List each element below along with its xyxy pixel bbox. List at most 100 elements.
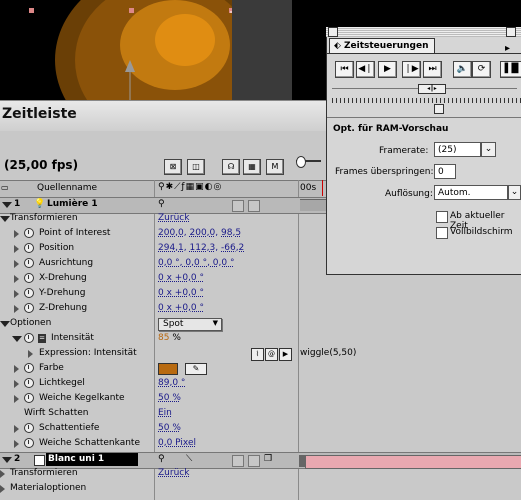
- property-value[interactable]: 294,1, 112,3, -66,2: [158, 243, 244, 253]
- layer-2-in-point[interactable]: [299, 455, 305, 467]
- property-group-transform-2[interactable]: Transformieren Zurück: [0, 467, 521, 482]
- layer-switch-box[interactable]: [232, 200, 244, 212]
- expand-icon[interactable]: [12, 336, 22, 342]
- expand-icon[interactable]: [0, 216, 10, 222]
- color-swatch[interactable]: [158, 363, 178, 375]
- light-type-dropdown[interactable]: Spot ▼: [158, 318, 222, 331]
- collapse-icon[interactable]: [506, 27, 516, 37]
- jog-control[interactable]: ◂║▸: [418, 84, 446, 94]
- column-source-name[interactable]: Quellenname: [37, 183, 97, 193]
- layer-switch-box[interactable]: [248, 455, 260, 467]
- property-group-material[interactable]: Materialoptionen: [0, 482, 521, 497]
- loop-toggle-button[interactable]: ⟳: [472, 61, 491, 78]
- eyedropper-icon[interactable]: ✎: [185, 363, 207, 375]
- layer-switch-box[interactable]: [232, 455, 244, 467]
- property-value[interactable]: 200,0, 200,0, 98,5: [158, 228, 241, 238]
- label-column-icon[interactable]: ▭: [1, 183, 9, 192]
- panel-titlebar[interactable]: [326, 27, 521, 37]
- property-value[interactable]: 0 x +0,0 °: [158, 288, 204, 298]
- expand-layer-icon[interactable]: [2, 457, 12, 463]
- quality-switch-icon[interactable]: ⟍: [186, 454, 192, 464]
- expand-arrow-icon[interactable]: [14, 380, 19, 388]
- shuttle-track[interactable]: [332, 98, 521, 103]
- expand-layer-icon[interactable]: [2, 202, 12, 208]
- next-frame-button[interactable]: ❘▶: [402, 61, 421, 78]
- property-value[interactable]: 0,0 °, 0,0 °, 0,0 °: [158, 258, 234, 268]
- property-value[interactable]: 0 x +0,0 °: [158, 303, 204, 313]
- property-value[interactable]: Ein: [158, 408, 172, 418]
- layer-switch-icon[interactable]: ⚲: [158, 199, 165, 209]
- property-value[interactable]: 89,0 °: [158, 378, 185, 388]
- framerate-dropdown[interactable]: ⌄: [481, 142, 496, 157]
- expand-arrow-icon[interactable]: [14, 425, 19, 433]
- expand-arrow-icon[interactable]: [0, 485, 5, 493]
- stopwatch-icon[interactable]: [24, 378, 34, 388]
- shuttle-thumb[interactable]: [434, 104, 444, 114]
- first-frame-button[interactable]: ⏮: [335, 61, 354, 78]
- stopwatch-icon[interactable]: [24, 273, 34, 283]
- full-screen-checkbox[interactable]: [436, 227, 448, 239]
- audio-toggle-button[interactable]: 🔈: [453, 61, 472, 78]
- reset-link[interactable]: Zurück: [158, 213, 189, 223]
- layer-switch-icon[interactable]: ⚲: [158, 454, 165, 464]
- ram-preview-button[interactable]: ▐▐▌: [500, 61, 521, 78]
- layer-switch-box[interactable]: [248, 200, 260, 212]
- resolution-dropdown[interactable]: ⌄: [508, 185, 521, 200]
- pickwhip-icon[interactable]: @: [265, 348, 278, 361]
- expand-arrow-icon[interactable]: [14, 290, 19, 298]
- expand-arrow-icon[interactable]: [14, 275, 19, 283]
- expand-arrow-icon[interactable]: [14, 395, 19, 403]
- expression-menu-icon[interactable]: ▶: [279, 348, 292, 361]
- layer-name[interactable]: Blanc uni 1: [46, 453, 138, 466]
- expand-arrow-icon[interactable]: [28, 350, 33, 358]
- close-icon[interactable]: [328, 27, 338, 37]
- from-current-time-checkbox[interactable]: [436, 211, 448, 223]
- stopwatch-icon[interactable]: [24, 438, 34, 448]
- property-value[interactable]: 0,0 Pixel: [158, 438, 196, 448]
- frame-blending-icon[interactable]: ▦: [243, 159, 261, 175]
- expand-arrow-icon[interactable]: [0, 470, 5, 478]
- graph-icon[interactable]: ⌇: [251, 348, 264, 361]
- expression-text[interactable]: wiggle(5,50): [300, 348, 356, 358]
- property-label: Y-Drehung: [39, 288, 86, 298]
- property-value[interactable]: 85 %: [158, 333, 181, 343]
- 3d-draft-icon[interactable]: ◫: [187, 159, 205, 175]
- expand-arrow-icon[interactable]: [14, 260, 19, 268]
- comp-marker-icon[interactable]: ⊠: [164, 159, 182, 175]
- play-button[interactable]: ▶: [378, 61, 397, 78]
- switches-header-icons[interactable]: ⚲✱⟋ƒ▦▣◐◎: [158, 182, 222, 192]
- stopwatch-icon[interactable]: [24, 393, 34, 403]
- expand-icon[interactable]: [0, 321, 10, 327]
- resolution-field[interactable]: Autom.: [434, 185, 508, 200]
- expand-arrow-icon[interactable]: [14, 365, 19, 373]
- stopwatch-icon[interactable]: [24, 258, 34, 268]
- expand-arrow-icon[interactable]: [14, 245, 19, 253]
- 3d-layer-icon[interactable]: ❒: [264, 454, 272, 464]
- reset-link[interactable]: Zurück: [158, 468, 189, 478]
- layer-name[interactable]: Lumière 1: [47, 199, 98, 209]
- current-time-indicator[interactable]: [322, 180, 323, 196]
- expand-arrow-icon[interactable]: [14, 230, 19, 238]
- zoom-slider-thumb[interactable]: [296, 156, 306, 168]
- previous-frame-button[interactable]: ◀❘: [356, 61, 375, 78]
- stopwatch-icon[interactable]: [24, 228, 34, 238]
- shy-layers-icon[interactable]: ☊: [222, 159, 240, 175]
- stopwatch-icon[interactable]: [24, 363, 34, 373]
- expand-arrow-icon[interactable]: [14, 440, 19, 448]
- expand-arrow-icon[interactable]: [14, 305, 19, 313]
- expression-enabled-icon[interactable]: =: [38, 334, 46, 343]
- stopwatch-icon[interactable]: [24, 288, 34, 298]
- property-value[interactable]: 50 %: [158, 423, 181, 433]
- property-group-options[interactable]: Optionen Spot ▼: [0, 317, 521, 332]
- stopwatch-icon[interactable]: [24, 243, 34, 253]
- property-value[interactable]: 50 %: [158, 393, 181, 403]
- stopwatch-icon[interactable]: [24, 303, 34, 313]
- tab-time-controls[interactable]: ⬖ Zeitsteuerungen: [329, 38, 435, 54]
- stopwatch-icon[interactable]: [24, 423, 34, 433]
- skip-frames-field[interactable]: 0: [434, 164, 456, 179]
- framerate-field[interactable]: (25): [434, 142, 481, 157]
- stopwatch-icon[interactable]: [24, 333, 34, 343]
- motion-blur-icon[interactable]: M: [266, 159, 284, 175]
- property-value[interactable]: 0 x +0,0 °: [158, 273, 204, 283]
- last-frame-button[interactable]: ⏭: [423, 61, 442, 78]
